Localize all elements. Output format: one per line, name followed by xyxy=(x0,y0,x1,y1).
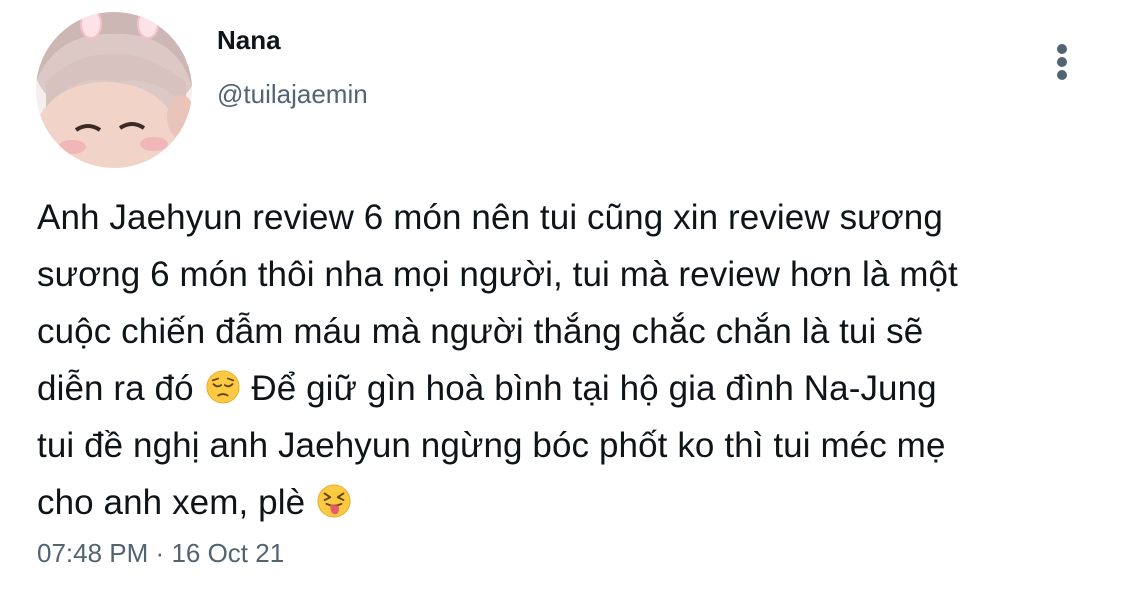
tweet-line: cuộc chiến đẫm máu mà người thắng chắc c… xyxy=(37,312,924,351)
author-handle[interactable]: @tuilajaemin xyxy=(217,79,368,110)
author-display-name[interactable]: Nana xyxy=(217,25,281,56)
tweet-text-segment: cho anh xem, plè xyxy=(37,483,306,522)
author-avatar[interactable] xyxy=(36,12,192,168)
tweet-date: 16 Oct 21 xyxy=(171,538,285,568)
more-options-button[interactable] xyxy=(1044,40,1080,84)
tweet-text: Anh Jaehyun review 6 món nên tui cũng xi… xyxy=(37,189,1097,531)
tweet-line-with-emoji: diễn ra đó Để giữ gìn hoà bình tại hộ gi… xyxy=(37,360,1097,417)
meta-separator: · xyxy=(155,538,165,568)
squinting-face-with-tongue-emoji-icon xyxy=(317,484,351,518)
tweet-line: sương 6 món thôi nha mọi người, tui mà r… xyxy=(37,255,958,294)
tweet-card: Nana @tuilajaemin Anh Jaehyun review 6 m… xyxy=(0,0,1125,595)
tweet-text-segment: Để giữ gìn hoà bình tại hộ gia đình Na-J… xyxy=(251,369,937,408)
tweet-line-with-emoji: cho anh xem, plè xyxy=(37,474,1097,531)
pensive-face-emoji-icon xyxy=(205,370,240,404)
avatar-photo-icon xyxy=(36,12,192,168)
tweet-time: 07:48 PM xyxy=(37,538,149,568)
more-dot xyxy=(1057,57,1067,67)
tweet-line: Anh Jaehyun review 6 món nên tui cũng xi… xyxy=(37,198,943,237)
more-vertical-icon xyxy=(1057,44,1067,54)
tweet-timestamp[interactable]: 07:48 PM · 16 Oct 21 xyxy=(37,538,284,569)
tweet-line: tui đề nghị anh Jaehyun ngừng bóc phốt k… xyxy=(37,426,946,465)
more-dot xyxy=(1057,70,1067,80)
tweet-text-segment: diễn ra đó xyxy=(37,369,194,408)
